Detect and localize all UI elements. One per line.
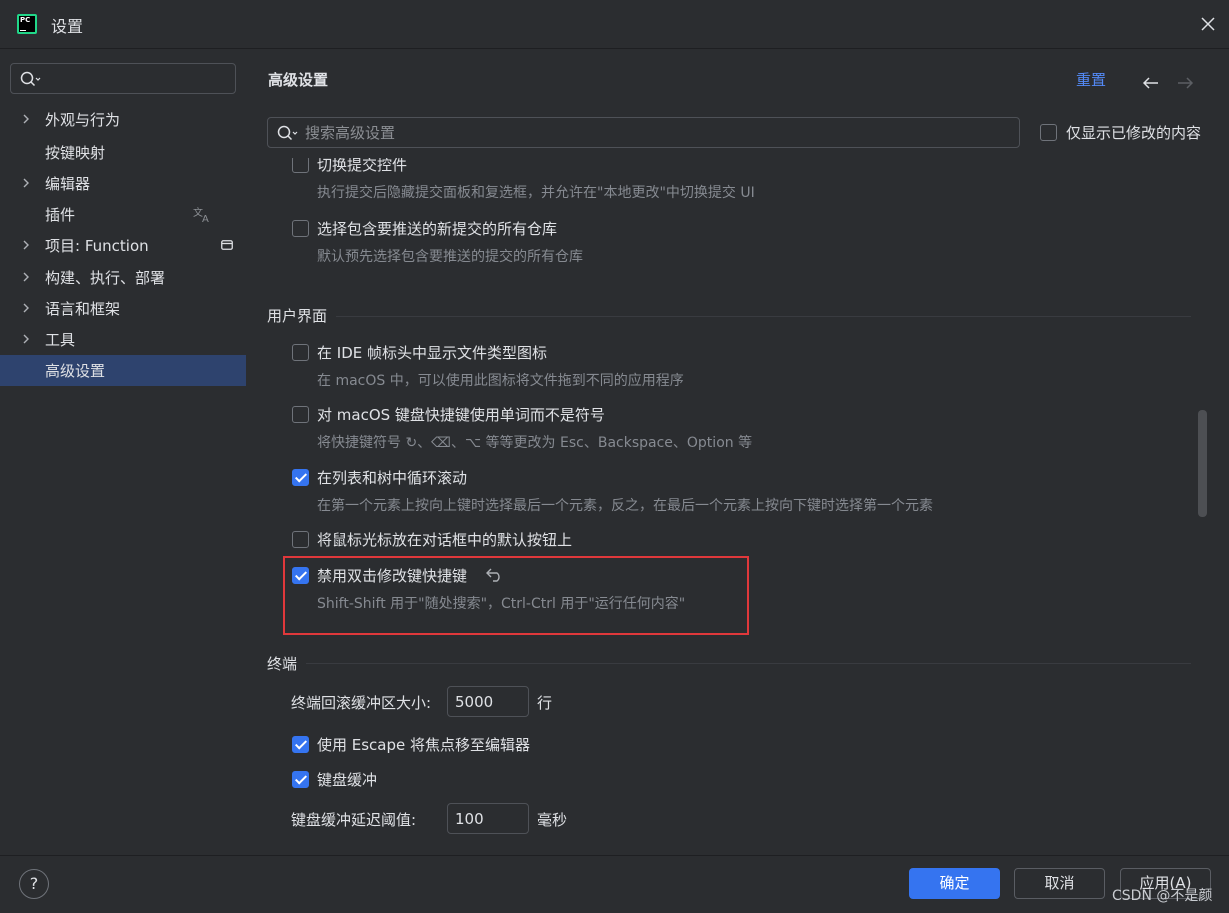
option-label: 选择包含要推送的新提交的所有仓库 bbox=[317, 220, 558, 238]
sidebar-item-appearance[interactable]: 外观与行为 bbox=[0, 104, 246, 135]
sidebar-item-languages[interactable]: 语言和框架 bbox=[0, 293, 246, 324]
option-checkbox[interactable] bbox=[292, 406, 309, 423]
option-checkbox[interactable] bbox=[292, 531, 309, 548]
sidebar-item-label: 高级设置 bbox=[45, 362, 106, 380]
app-logo: PC bbox=[17, 14, 37, 34]
watermark: CSDN @不是颜 bbox=[1112, 888, 1213, 904]
option-checkbox[interactable] bbox=[292, 344, 309, 361]
option-label: 使用 Escape 将焦点移至编辑器 bbox=[317, 736, 531, 754]
section-title-ui: 用户界面 bbox=[267, 307, 328, 325]
sidebar-search[interactable] bbox=[10, 63, 236, 94]
option-label: 在列表和树中循环滚动 bbox=[317, 469, 468, 487]
divider bbox=[0, 855, 1229, 856]
sidebar-item-editor[interactable]: 编辑器 bbox=[0, 168, 246, 199]
reset-link[interactable]: 重置 bbox=[1076, 69, 1106, 90]
help-button[interactable]: ? bbox=[19, 869, 49, 899]
sidebar-item-advanced[interactable]: 高级设置 bbox=[0, 355, 246, 386]
svg-text:A: A bbox=[202, 214, 209, 223]
sidebar-item-label: 编辑器 bbox=[45, 175, 91, 193]
option-checkbox[interactable] bbox=[292, 220, 309, 237]
sidebar-item-label: 语言和框架 bbox=[45, 300, 121, 318]
option-description: 在 macOS 中，可以使用此图标将文件拖到不同的应用程序 bbox=[317, 373, 684, 389]
annotation-highlight-box bbox=[283, 556, 749, 635]
chevron-right-icon bbox=[23, 303, 29, 313]
chevron-right-icon bbox=[23, 334, 29, 344]
sidebar-item-plugins[interactable]: 插件 文 A bbox=[0, 199, 246, 230]
sidebar-item-project[interactable]: 项目: Function bbox=[0, 230, 246, 261]
chevron-right-icon bbox=[23, 240, 29, 250]
settings-search[interactable] bbox=[267, 117, 1020, 148]
section-divider bbox=[336, 316, 1191, 317]
close-icon[interactable] bbox=[1196, 12, 1220, 36]
buffer-size-input[interactable] bbox=[447, 686, 529, 717]
only-modified-label: 仅显示已修改的内容 bbox=[1066, 124, 1202, 142]
page-title: 高级设置 bbox=[268, 71, 329, 89]
only-modified-checkbox[interactable] bbox=[1040, 124, 1057, 141]
sidebar-item-build[interactable]: 构建、执行、部署 bbox=[0, 262, 246, 293]
option-label: 键盘缓冲 bbox=[317, 771, 378, 789]
search-icon bbox=[20, 71, 41, 87]
scrollbar-thumb[interactable] bbox=[1198, 410, 1207, 517]
section-title-terminal: 终端 bbox=[267, 655, 298, 673]
option-description: 在第一个元素上按向上键时选择最后一个元素，反之，在最后一个元素上按向下键时选择第… bbox=[317, 498, 933, 514]
option-checkbox[interactable] bbox=[292, 736, 309, 753]
translate-icon: 文 A bbox=[193, 206, 209, 223]
chevron-right-icon bbox=[23, 272, 29, 282]
option-checkbox[interactable] bbox=[292, 771, 309, 788]
search-icon bbox=[277, 125, 298, 141]
option-checkbox[interactable] bbox=[292, 469, 309, 486]
option-label: 将鼠标光标放在对话框中的默认按钮上 bbox=[317, 531, 573, 549]
settings-content: 切换提交控件 执行提交后隐藏提交面板和复选框，并允许在"本地更改"中切换提交 U… bbox=[246, 158, 1196, 855]
section-divider bbox=[306, 663, 1191, 664]
sidebar-item-keymap[interactable]: 按键映射 bbox=[0, 137, 246, 168]
sidebar-item-label: 工具 bbox=[45, 331, 76, 349]
option-description: 执行提交后隐藏提交面板和复选框，并允许在"本地更改"中切换提交 UI bbox=[317, 185, 755, 201]
sidebar-item-tools[interactable]: 工具 bbox=[0, 324, 246, 355]
sidebar-search-input[interactable] bbox=[45, 68, 230, 90]
window-title: 设置 bbox=[51, 17, 84, 36]
option-label: 对 macOS 键盘快捷键使用单词而不是符号 bbox=[317, 406, 605, 424]
sidebar-item-label: 外观与行为 bbox=[45, 111, 121, 129]
latency-label: 键盘缓冲延迟阈值: bbox=[291, 811, 417, 829]
latency-unit: 毫秒 bbox=[537, 811, 568, 829]
chevron-right-icon bbox=[23, 178, 29, 188]
sidebar-item-label: 构建、执行、部署 bbox=[45, 269, 166, 287]
option-description: 默认预先选择包含要推送的提交的所有仓库 bbox=[317, 249, 583, 265]
option-description: 将快捷键符号 ↻、⌫、⌥ 等等更改为 Esc、Backspace、Option … bbox=[317, 435, 753, 451]
forward-arrow-icon[interactable] bbox=[1175, 74, 1195, 92]
option-label: 切换提交控件 bbox=[317, 158, 408, 174]
title-bar bbox=[0, 0, 1229, 48]
buffer-size-label: 终端回滚缓冲区大小: bbox=[291, 694, 432, 712]
option-label: 在 IDE 帧标头中显示文件类型图标 bbox=[317, 344, 547, 362]
settings-search-input[interactable] bbox=[305, 121, 1005, 145]
option-checkbox[interactable] bbox=[292, 158, 309, 173]
back-arrow-icon[interactable] bbox=[1141, 74, 1161, 92]
latency-input[interactable] bbox=[447, 803, 529, 834]
sidebar-item-label: 按键映射 bbox=[45, 144, 106, 162]
sidebar-item-label: 插件 bbox=[45, 206, 76, 224]
project-scope-icon bbox=[221, 240, 233, 250]
buffer-size-unit: 行 bbox=[537, 694, 553, 712]
chevron-right-icon bbox=[23, 114, 29, 124]
cancel-button[interactable]: 取消 bbox=[1014, 868, 1105, 899]
sidebar-item-label: 项目: Function bbox=[45, 237, 149, 255]
ok-button[interactable]: 确定 bbox=[909, 868, 1000, 899]
